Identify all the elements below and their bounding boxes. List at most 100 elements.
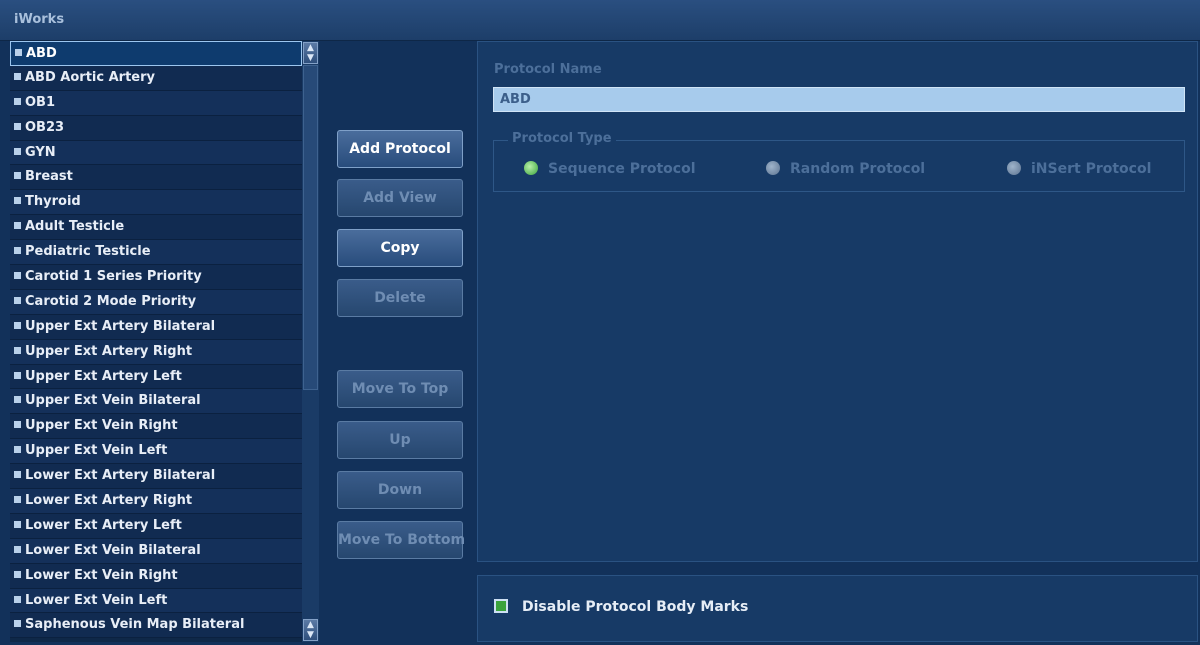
protocol-settings-panel: Protocol Name Protocol Type Sequence Pro…: [477, 41, 1198, 562]
checkbox-label: Disable Protocol Body Marks: [522, 599, 749, 615]
list-item-label: Upper Ext Vein Bilateral: [25, 393, 201, 409]
expand-icon[interactable]: [14, 496, 21, 504]
list-item[interactable]: Upper Ext Artery Left: [10, 364, 302, 390]
list-item-label: Lower Ext Artery Right: [25, 493, 193, 509]
list-item[interactable]: OB23: [10, 115, 302, 141]
radio-unchecked-icon: [1007, 161, 1021, 175]
expand-icon[interactable]: [14, 72, 21, 80]
list-item[interactable]: Upper Ext Artery Bilateral: [10, 314, 302, 340]
list-item[interactable]: Upper Ext Artery Right: [10, 339, 302, 365]
list-item-label: Upper Ext Artery Left: [25, 368, 182, 384]
list-item-label: Lower Ext Vein Left: [25, 592, 168, 608]
list-item-label: Lower Ext Artery Left: [25, 517, 182, 533]
radio-label: Random Protocol: [790, 161, 926, 177]
list-item[interactable]: Carotid 1 Series Priority: [10, 265, 302, 290]
app-title: iWorks: [14, 12, 65, 27]
list-item-label: OB1: [25, 94, 56, 110]
protocol-name-label: Protocol Name: [494, 62, 602, 77]
expand-icon[interactable]: [14, 147, 21, 155]
list-item[interactable]: Upper Ext Vein Right: [10, 414, 302, 440]
list-item-label: Saphenous Vein Map Bilateral: [25, 617, 245, 633]
expand-icon[interactable]: [14, 247, 21, 255]
protocol-list[interactable]: ABD ABD Aortic Artery OB1 OB23 GYN Breast Thyr…: [10, 41, 302, 642]
up-button[interactable]: Up: [337, 421, 463, 459]
protocol-type-group: Protocol Type Sequence Protocol Random P…: [493, 131, 1185, 192]
list-item[interactable]: Upper Ext Vein Left: [10, 439, 302, 465]
list-scrollbar[interactable]: ▲ ▼ ▲ ▼: [302, 41, 319, 642]
radio-sequence-protocol[interactable]: Sequence Protocol: [524, 161, 696, 179]
list-item[interactable]: Carotid 2 Mode Priority: [10, 289, 302, 315]
list-item-label: OB23: [25, 119, 65, 135]
expand-icon[interactable]: [14, 371, 21, 379]
expand-icon[interactable]: [14, 520, 21, 528]
radio-label: iNSert Protocol: [1031, 161, 1152, 177]
expand-icon[interactable]: [14, 197, 21, 205]
list-item[interactable]: Lower Ext Artery Bilateral: [10, 464, 302, 490]
list-item-label: Upper Ext Artery Bilateral: [25, 318, 216, 334]
expand-icon[interactable]: [14, 122, 21, 130]
title-bar: iWorks: [0, 0, 1200, 41]
list-item-label: Lower Ext Artery Bilateral: [25, 468, 216, 484]
radio-insert-protocol[interactable]: iNSert Protocol: [1007, 161, 1151, 179]
list-item-label: Upper Ext Vein Left: [25, 443, 168, 459]
list-item[interactable]: Breast: [10, 165, 302, 191]
list-item[interactable]: Pediatric Testicle: [10, 240, 302, 266]
expand-icon[interactable]: [14, 296, 21, 304]
radio-label: Sequence Protocol: [548, 161, 696, 177]
delete-button[interactable]: Delete: [337, 279, 463, 317]
move-to-top-button[interactable]: Move To Top: [337, 370, 463, 408]
expand-icon[interactable]: [14, 222, 21, 230]
expand-icon[interactable]: [14, 570, 21, 578]
list-item[interactable]: ABD Aortic Artery: [10, 65, 302, 91]
list-item[interactable]: Lower Ext Vein Right: [10, 563, 302, 589]
list-item-label: Adult Testicle: [25, 219, 125, 235]
radio-random-protocol[interactable]: Random Protocol: [766, 161, 925, 179]
list-item-label: Carotid 2 Mode Priority: [25, 293, 197, 309]
list-item[interactable]: Lower Ext Artery Right: [10, 489, 302, 514]
list-item[interactable]: Lower Ext Vein Bilateral: [10, 538, 302, 564]
list-item-label: Thyroid: [25, 194, 81, 210]
add-protocol-button[interactable]: Add Protocol: [337, 130, 463, 168]
expand-icon[interactable]: [14, 346, 21, 354]
disable-body-marks-checkbox[interactable]: Disable Protocol Body Marks: [494, 599, 748, 615]
expand-icon[interactable]: [14, 97, 21, 105]
list-item[interactable]: Upper Ext Vein Bilateral: [10, 389, 302, 415]
expand-icon[interactable]: [14, 321, 21, 329]
list-item-label: GYN: [25, 144, 56, 160]
radio-checked-icon: [524, 161, 538, 175]
list-item-label: ABD Aortic Artery: [25, 69, 155, 85]
expand-icon[interactable]: [14, 471, 21, 479]
list-item-label: Breast: [25, 169, 73, 185]
body-marks-panel: Disable Protocol Body Marks: [477, 575, 1198, 642]
copy-button[interactable]: Copy: [337, 229, 463, 267]
expand-icon[interactable]: [14, 545, 21, 553]
list-item[interactable]: Saphenous Vein Map Bilateral: [10, 613, 302, 639]
expand-icon[interactable]: [14, 396, 21, 404]
add-view-button[interactable]: Add View: [337, 179, 463, 217]
expand-icon[interactable]: [14, 421, 21, 429]
protocol-type-label: Protocol Type: [508, 131, 616, 146]
list-item-label: Lower Ext Vein Right: [25, 567, 178, 583]
scroll-thumb[interactable]: [303, 65, 318, 390]
list-item-label: Lower Ext Vein Bilateral: [25, 542, 201, 558]
list-item[interactable]: Lower Ext Vein Left: [10, 588, 302, 614]
down-button[interactable]: Down: [337, 471, 463, 509]
list-item[interactable]: Lower Ext Artery Left: [10, 513, 302, 539]
scroll-down-icon[interactable]: ▲ ▼: [303, 619, 318, 641]
expand-icon[interactable]: [14, 172, 21, 180]
move-to-bottom-button[interactable]: Move To Bottom: [337, 521, 465, 559]
expand-icon[interactable]: [14, 272, 21, 280]
list-item[interactable]: Adult Testicle: [10, 215, 302, 241]
scroll-up-icon[interactable]: ▲ ▼: [303, 42, 318, 64]
list-item-label: Upper Ext Vein Right: [25, 418, 178, 434]
list-item[interactable]: GYN: [10, 140, 302, 166]
expand-icon[interactable]: [14, 620, 21, 628]
list-item-label: ABD: [26, 46, 57, 61]
expand-icon[interactable]: [15, 49, 22, 56]
expand-icon[interactable]: [14, 446, 21, 454]
protocol-name-input[interactable]: [493, 87, 1185, 112]
list-item[interactable]: OB1: [10, 90, 302, 116]
expand-icon[interactable]: [14, 595, 21, 603]
list-item[interactable]: ABD: [10, 41, 302, 66]
list-item[interactable]: Thyroid: [10, 190, 302, 216]
